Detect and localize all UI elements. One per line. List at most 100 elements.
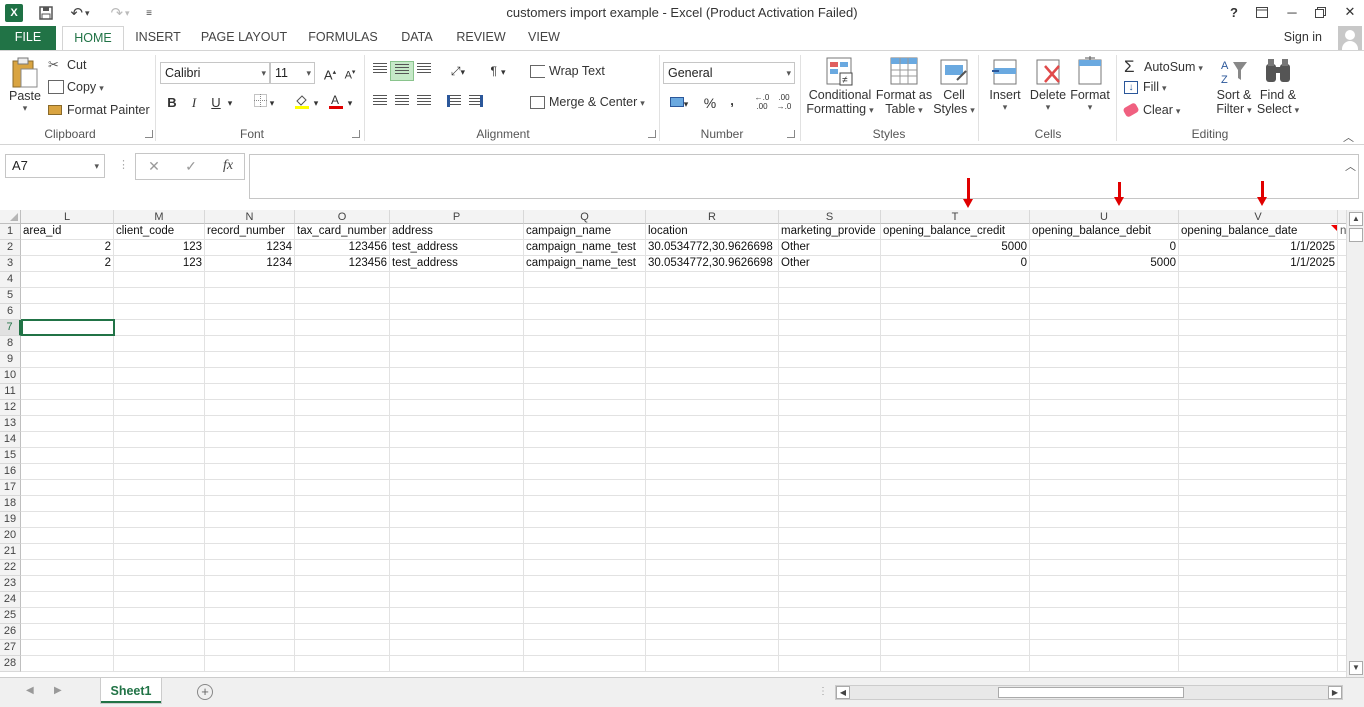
row-header[interactable]: 22 bbox=[0, 560, 21, 576]
font-color-dropdown-icon[interactable]: ▾ bbox=[344, 93, 356, 113]
grid-cell[interactable] bbox=[205, 400, 295, 416]
find-select-button[interactable]: Find & Select bbox=[1256, 56, 1300, 116]
grid-cell[interactable] bbox=[390, 272, 524, 288]
scroll-left-icon[interactable]: ◀ bbox=[836, 686, 850, 699]
row-header[interactable]: 6 bbox=[0, 304, 21, 320]
grid-cell[interactable] bbox=[646, 288, 779, 304]
grid-cell[interactable]: 123 bbox=[114, 256, 205, 272]
grid-cell[interactable] bbox=[390, 544, 524, 560]
grid-cell[interactable] bbox=[524, 576, 646, 592]
grid-cell[interactable] bbox=[295, 576, 390, 592]
grid-cell[interactable] bbox=[524, 544, 646, 560]
grid-cell[interactable]: address bbox=[390, 224, 524, 240]
grid-cell[interactable] bbox=[295, 272, 390, 288]
grid-cell[interactable]: marketing_provide bbox=[779, 224, 881, 240]
grid-cell[interactable] bbox=[779, 384, 881, 400]
enter-formula-icon[interactable]: ✓ bbox=[181, 156, 201, 176]
grid-cell[interactable] bbox=[390, 400, 524, 416]
grid-cell[interactable] bbox=[21, 464, 114, 480]
grid-cell[interactable]: n bbox=[1338, 224, 1346, 240]
cancel-formula-icon[interactable]: ✕ bbox=[144, 156, 164, 176]
grid-cell[interactable] bbox=[295, 336, 390, 352]
decrease-decimal-button[interactable]: .00 →.0 bbox=[772, 93, 796, 113]
column-header[interactable]: M bbox=[114, 210, 205, 224]
grid-cell[interactable] bbox=[646, 560, 779, 576]
row-header[interactable]: 13 bbox=[0, 416, 21, 432]
delete-cells-button[interactable]: Delete ▾ bbox=[1028, 56, 1068, 113]
autosum-button[interactable]: Σ AutoSum bbox=[1124, 57, 1203, 77]
grid-cell[interactable] bbox=[114, 592, 205, 608]
comma-button[interactable]: , bbox=[720, 91, 744, 111]
select-all-button[interactable] bbox=[0, 210, 21, 224]
grid-cell[interactable] bbox=[390, 496, 524, 512]
align-left-button[interactable] bbox=[368, 93, 392, 113]
grid-cell[interactable] bbox=[205, 384, 295, 400]
grid-cell[interactable] bbox=[1338, 352, 1346, 368]
sheet-tab[interactable]: Sheet1 bbox=[100, 678, 162, 704]
grid-cell[interactable] bbox=[295, 496, 390, 512]
grid-cell[interactable] bbox=[524, 416, 646, 432]
grid-cell[interactable] bbox=[881, 304, 1030, 320]
grid-cell[interactable] bbox=[114, 368, 205, 384]
bottom-align-button[interactable] bbox=[412, 61, 436, 81]
grid-cell[interactable] bbox=[295, 288, 390, 304]
grid-cell[interactable] bbox=[881, 608, 1030, 624]
grid-cell[interactable] bbox=[881, 544, 1030, 560]
grid-cell[interactable] bbox=[524, 352, 646, 368]
grid-cell[interactable] bbox=[646, 576, 779, 592]
grid-cell[interactable] bbox=[390, 288, 524, 304]
grid-cell[interactable] bbox=[646, 464, 779, 480]
grid-cell[interactable] bbox=[881, 448, 1030, 464]
grid-cell[interactable] bbox=[1179, 320, 1338, 336]
grid-cell[interactable] bbox=[390, 416, 524, 432]
grid-cell[interactable] bbox=[1030, 592, 1179, 608]
tab-view[interactable]: VIEW bbox=[522, 26, 566, 50]
grid-cell[interactable] bbox=[1179, 528, 1338, 544]
percent-button[interactable]: % bbox=[698, 93, 722, 113]
grid-cell[interactable] bbox=[646, 544, 779, 560]
grid-cell[interactable] bbox=[524, 624, 646, 640]
grid-cell[interactable] bbox=[524, 432, 646, 448]
grid-cell[interactable] bbox=[114, 400, 205, 416]
grid-cell[interactable] bbox=[524, 448, 646, 464]
grid-cell[interactable] bbox=[881, 576, 1030, 592]
column-header[interactable]: N bbox=[205, 210, 295, 224]
grid-cell[interactable]: 1/1/2025 bbox=[1179, 256, 1338, 272]
borders-dropdown-icon[interactable]: ▾ bbox=[266, 93, 278, 113]
grid-cell[interactable] bbox=[390, 368, 524, 384]
row-header[interactable]: 3 bbox=[0, 256, 21, 272]
grid-cell[interactable] bbox=[524, 592, 646, 608]
scroll-right-icon[interactable]: ▶ bbox=[1328, 686, 1342, 699]
font-name-select[interactable]: Calibri ▾ bbox=[160, 62, 270, 84]
formula-input[interactable] bbox=[249, 154, 1359, 199]
grid-cell[interactable] bbox=[390, 448, 524, 464]
grid-cell[interactable] bbox=[1338, 416, 1346, 432]
grid-cell[interactable] bbox=[1179, 432, 1338, 448]
column-header[interactable]: Q bbox=[524, 210, 646, 224]
underline-dropdown-icon[interactable]: ▾ bbox=[224, 93, 236, 113]
grid-cell[interactable] bbox=[114, 576, 205, 592]
column-header[interactable]: S bbox=[779, 210, 881, 224]
scroll-up-icon[interactable]: ▲ bbox=[1349, 212, 1363, 226]
row-header[interactable]: 14 bbox=[0, 432, 21, 448]
grid-cell[interactable] bbox=[295, 320, 390, 336]
grid-cell[interactable] bbox=[1179, 288, 1338, 304]
grid-cell[interactable]: campaign_name_test bbox=[524, 256, 646, 272]
row-header[interactable]: 16 bbox=[0, 464, 21, 480]
grid-cell[interactable] bbox=[1179, 496, 1338, 512]
grid-cell[interactable] bbox=[114, 448, 205, 464]
grid-cell[interactable] bbox=[205, 432, 295, 448]
grid-cell[interactable] bbox=[1179, 352, 1338, 368]
grid-cell[interactable] bbox=[779, 640, 881, 656]
grid-cell[interactable] bbox=[295, 384, 390, 400]
row-header[interactable]: 19 bbox=[0, 512, 21, 528]
grid-cell[interactable] bbox=[205, 592, 295, 608]
grid-cell[interactable] bbox=[1338, 528, 1346, 544]
grid-cell[interactable] bbox=[779, 560, 881, 576]
grid-cell[interactable] bbox=[881, 640, 1030, 656]
grid-cell[interactable] bbox=[21, 624, 114, 640]
grid-cell[interactable] bbox=[114, 416, 205, 432]
horizontal-scroll-thumb[interactable] bbox=[998, 687, 1184, 698]
grid-cell[interactable] bbox=[779, 368, 881, 384]
grid-cell[interactable] bbox=[114, 336, 205, 352]
